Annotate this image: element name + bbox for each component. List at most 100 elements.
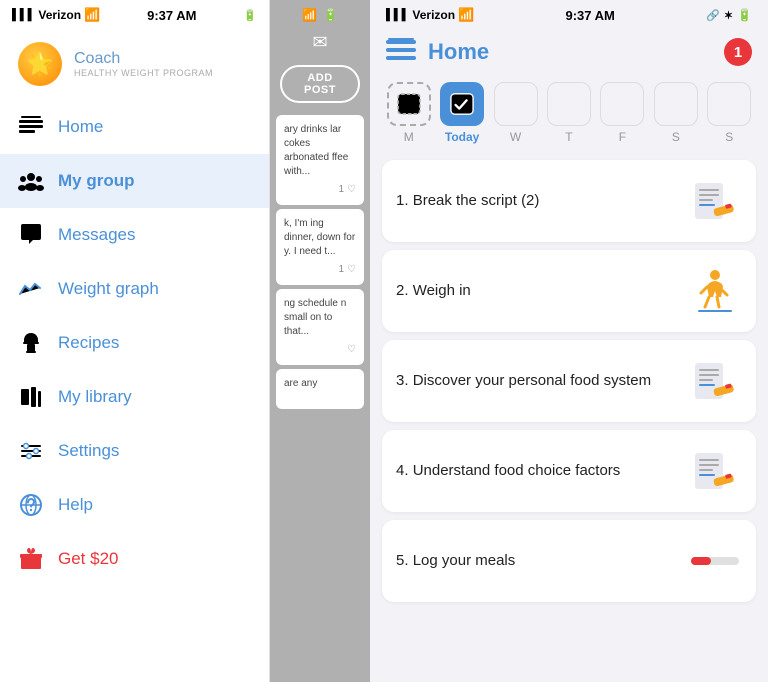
week-day-today[interactable]: Today bbox=[435, 82, 488, 150]
recipes-icon bbox=[18, 330, 44, 356]
carrier-left: ▌▌▌ Verizon 📶 bbox=[12, 7, 100, 23]
carrier-name-left: Verizon bbox=[38, 8, 81, 22]
week-nav: M Today W T F bbox=[370, 76, 768, 150]
week-day-t1[interactable]: T bbox=[542, 82, 595, 150]
like-count: 1 bbox=[338, 263, 344, 277]
status-icons-left: 🔋 bbox=[243, 9, 257, 22]
heart-icon: ♡ bbox=[347, 343, 356, 357]
post-footer: 1 ♡ bbox=[284, 263, 356, 277]
task-card-3[interactable]: 3. Discover your personal food system bbox=[382, 340, 756, 422]
weight-icon bbox=[18, 276, 44, 302]
week-day-w[interactable]: W bbox=[489, 82, 542, 150]
library-icon bbox=[18, 384, 44, 410]
coach-subtitle: HEALTHY WEIGHT PROGRAM bbox=[74, 68, 213, 78]
heart-icon: ♡ bbox=[347, 263, 356, 277]
task-label-4: 4. Understand food choice factors bbox=[396, 461, 688, 481]
day-label-m: M bbox=[404, 130, 414, 144]
day-label-today: Today bbox=[445, 130, 479, 144]
home-icon bbox=[18, 114, 44, 140]
sidebar-item-label-help: Help bbox=[58, 495, 93, 515]
day-icon-w bbox=[494, 82, 538, 126]
day-icon-today bbox=[440, 82, 484, 126]
middle-status-bar: 📶 🔋 bbox=[270, 0, 370, 28]
list-item[interactable]: k, I'm ing dinner, down for y. I need t.… bbox=[276, 209, 364, 285]
week-day-m[interactable]: M bbox=[382, 82, 435, 150]
settings-icon bbox=[18, 438, 44, 464]
sidebar-item-label-my-group: My group bbox=[58, 171, 135, 191]
nav-items: Home My group M bbox=[0, 100, 269, 682]
middle-posts: ary drinks lar cokes arbonated ffee with… bbox=[270, 111, 370, 682]
task-card-5[interactable]: 5. Log your meals bbox=[382, 520, 756, 602]
wifi-icon-left: 📶 bbox=[84, 7, 100, 23]
wifi-icon-right: 📶 bbox=[458, 7, 474, 23]
home-page-icon bbox=[386, 36, 418, 68]
list-item[interactable]: are any bbox=[276, 369, 364, 409]
task-card-1[interactable]: 1. Break the script (2) bbox=[382, 160, 756, 242]
sidebar-item-get-20[interactable]: Get $20 bbox=[0, 532, 269, 586]
signal-bars-right: ▌▌▌ bbox=[386, 9, 409, 21]
time-right: 9:37 AM bbox=[566, 8, 615, 23]
post-text: ary drinks lar cokes arbonated ffee with… bbox=[284, 124, 348, 177]
coach-section[interactable]: 🌟 Coach HEALTHY WEIGHT PROGRAM bbox=[0, 28, 269, 100]
gift-icon bbox=[18, 546, 44, 572]
week-day-s2[interactable]: S bbox=[703, 82, 756, 150]
day-label-s1: S bbox=[672, 130, 680, 144]
task-label-5: 5. Log your meals bbox=[396, 551, 688, 571]
add-post-button[interactable]: ADD POST bbox=[280, 65, 360, 103]
week-day-f[interactable]: F bbox=[596, 82, 649, 150]
carrier-name-right: Verizon bbox=[412, 8, 455, 22]
status-bar-right: ▌▌▌ Verizon 📶 9:37 AM 🔗 ✶ 🔋 bbox=[370, 0, 768, 28]
person-scale-icon bbox=[688, 264, 742, 318]
sidebar-item-messages[interactable]: Messages bbox=[0, 208, 269, 262]
task-label-1: 1. Break the script (2) bbox=[396, 191, 688, 211]
pencil-note-icon-3 bbox=[688, 354, 742, 408]
day-label-w: W bbox=[510, 130, 521, 144]
day-icon-m bbox=[387, 82, 431, 126]
signal-bars-left: ▌▌▌ bbox=[12, 9, 35, 21]
envelope-icon: ✉ bbox=[312, 32, 327, 53]
status-bar-left: ▌▌▌ Verizon 📶 9:37 AM 🔋 bbox=[0, 0, 269, 28]
sidebar-item-home[interactable]: Home bbox=[0, 100, 269, 154]
sidebar-item-label-my-library: My library bbox=[58, 387, 132, 407]
notification-badge[interactable]: 1 bbox=[724, 38, 752, 66]
sidebar-item-recipes[interactable]: Recipes bbox=[0, 316, 269, 370]
sidebar-item-label-weight-graph: Weight graph bbox=[58, 279, 159, 299]
task-label-2: 2. Weigh in bbox=[396, 281, 688, 301]
day-icon-t1 bbox=[547, 82, 591, 126]
day-icon-f bbox=[600, 82, 644, 126]
task-card-4[interactable]: 4. Understand food choice factors bbox=[382, 430, 756, 512]
tasks-list: 1. Break the script (2) 2. Weigh in bbox=[370, 150, 768, 682]
time-left: 9:37 AM bbox=[147, 8, 196, 23]
sidebar-item-my-library[interactable]: My library bbox=[0, 370, 269, 424]
help-icon bbox=[18, 492, 44, 518]
day-label-s2: S bbox=[725, 130, 733, 144]
right-header: Home 1 bbox=[370, 28, 768, 76]
heart-icon: ♡ bbox=[347, 183, 356, 197]
post-footer: ♡ bbox=[284, 343, 356, 357]
sidebar-item-settings[interactable]: Settings bbox=[0, 424, 269, 478]
post-text: ng schedule n small on to that... bbox=[284, 298, 346, 337]
header-left: Home bbox=[386, 36, 489, 68]
week-day-s1[interactable]: S bbox=[649, 82, 702, 150]
list-item[interactable]: ng schedule n small on to that... ♡ bbox=[276, 289, 364, 365]
middle-panel: 📶 🔋 ✉ ADD POST ary drinks lar cokes arbo… bbox=[270, 0, 370, 682]
battery-icon-middle: 🔋 bbox=[323, 8, 338, 22]
sidebar-item-label-recipes: Recipes bbox=[58, 333, 119, 353]
post-footer: 1 ♡ bbox=[284, 183, 356, 197]
sidebar-item-my-group[interactable]: My group bbox=[0, 154, 269, 208]
day-label-t1: T bbox=[565, 130, 572, 144]
list-item[interactable]: ary drinks lar cokes arbonated ffee with… bbox=[276, 115, 364, 205]
sidebar-item-weight-graph[interactable]: Weight graph bbox=[0, 262, 269, 316]
coach-avatar: 🌟 bbox=[18, 42, 62, 86]
coach-title: Coach bbox=[74, 50, 213, 68]
task-card-2[interactable]: 2. Weigh in bbox=[382, 250, 756, 332]
pencil-note-icon-4 bbox=[688, 444, 742, 498]
pencil-note-icon-1 bbox=[688, 174, 742, 228]
sidebar-item-label-get-20: Get $20 bbox=[58, 549, 119, 569]
sidebar-item-help[interactable]: Help bbox=[0, 478, 269, 532]
post-text: are any bbox=[284, 378, 317, 389]
sidebar-item-label-settings: Settings bbox=[58, 441, 119, 461]
progress-bar-icon bbox=[688, 534, 742, 588]
like-count: 1 bbox=[338, 183, 344, 197]
status-icons-right: 🔗 ✶ 🔋 bbox=[706, 8, 752, 22]
